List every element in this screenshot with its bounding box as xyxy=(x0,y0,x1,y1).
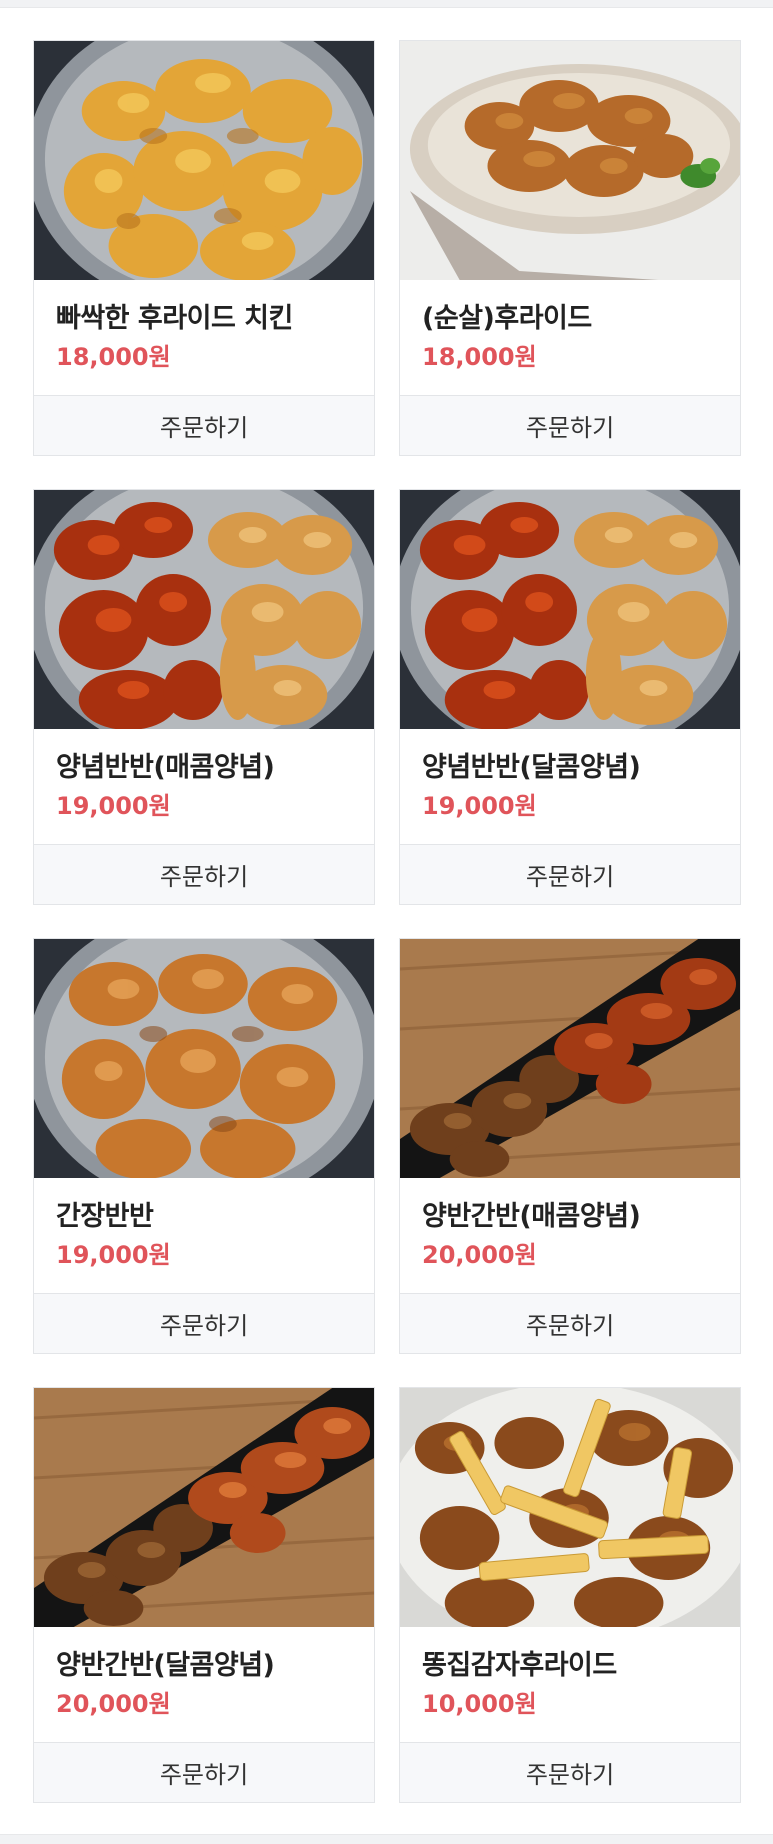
product-card[interactable]: 양념반반(매콤양념) 19,000원 주문하기 xyxy=(33,489,375,905)
product-info: (순살)후라이드 18,000원 xyxy=(400,280,740,396)
top-divider xyxy=(0,0,773,8)
product-card[interactable]: 빠싹한 후라이드 치킨 18,000원 주문하기 xyxy=(33,40,375,456)
product-image[interactable] xyxy=(34,490,374,729)
order-button[interactable]: 주문하기 xyxy=(400,1743,740,1802)
product-image[interactable] xyxy=(34,939,374,1178)
product-info: 똥집감자후라이드 10,000원 xyxy=(400,1627,740,1743)
product-name: (순살)후라이드 xyxy=(422,303,592,334)
product-image[interactable] xyxy=(34,41,374,280)
product-card[interactable]: 양념반반(달콤양념) 19,000원 주문하기 xyxy=(399,489,741,905)
product-info: 양반간반(매콤양념) 20,000원 xyxy=(400,1178,740,1294)
product-image[interactable] xyxy=(400,1388,740,1627)
product-info: 양념반반(매콤양념) 19,000원 xyxy=(34,729,374,845)
product-image[interactable] xyxy=(400,41,740,280)
product-card[interactable]: 간장반반 19,000원 주문하기 xyxy=(33,938,375,1354)
product-name: 빠싹한 후라이드 치킨 xyxy=(56,303,293,334)
product-info: 양념반반(달콤양념) 19,000원 xyxy=(400,729,740,845)
product-image[interactable] xyxy=(400,490,740,729)
product-price: 19,000원 xyxy=(56,1241,171,1269)
order-button[interactable]: 주문하기 xyxy=(34,1743,374,1802)
order-button[interactable]: 주문하기 xyxy=(34,1294,374,1353)
product-card[interactable]: 양반간반(매콤양념) 20,000원 주문하기 xyxy=(399,938,741,1354)
order-button[interactable]: 주문하기 xyxy=(34,396,374,455)
product-name: 양념반반(달콤양념) xyxy=(422,752,641,783)
order-button[interactable]: 주문하기 xyxy=(400,845,740,904)
product-name: 양반간반(매콤양념) xyxy=(422,1201,641,1232)
product-grid: 빠싹한 후라이드 치킨 18,000원 주문하기 (순살)후라이드 18,000… xyxy=(33,40,741,1803)
product-price: 18,000원 xyxy=(422,343,537,371)
product-image[interactable] xyxy=(34,1388,374,1627)
product-price: 20,000원 xyxy=(56,1690,171,1718)
product-price: 10,000원 xyxy=(422,1690,537,1718)
product-name: 똥집감자후라이드 xyxy=(422,1650,617,1681)
product-card[interactable]: 똥집감자후라이드 10,000원 주문하기 xyxy=(399,1387,741,1803)
product-card[interactable]: (순살)후라이드 18,000원 주문하기 xyxy=(399,40,741,456)
product-info: 양반간반(달콤양념) 20,000원 xyxy=(34,1627,374,1743)
product-info: 간장반반 19,000원 xyxy=(34,1178,374,1294)
order-button[interactable]: 주문하기 xyxy=(400,396,740,455)
product-info: 빠싹한 후라이드 치킨 18,000원 xyxy=(34,280,374,396)
order-button[interactable]: 주문하기 xyxy=(34,845,374,904)
product-name: 양반간반(달콤양념) xyxy=(56,1650,275,1681)
product-price: 19,000원 xyxy=(422,792,537,820)
product-price: 18,000원 xyxy=(56,343,171,371)
product-image[interactable] xyxy=(400,939,740,1178)
product-name: 양념반반(매콤양념) xyxy=(56,752,275,783)
product-name: 간장반반 xyxy=(56,1201,154,1232)
product-price: 19,000원 xyxy=(56,792,171,820)
bottom-divider xyxy=(0,1834,773,1844)
product-price: 20,000원 xyxy=(422,1241,537,1269)
order-button[interactable]: 주문하기 xyxy=(400,1294,740,1353)
product-card[interactable]: 양반간반(달콤양념) 20,000원 주문하기 xyxy=(33,1387,375,1803)
